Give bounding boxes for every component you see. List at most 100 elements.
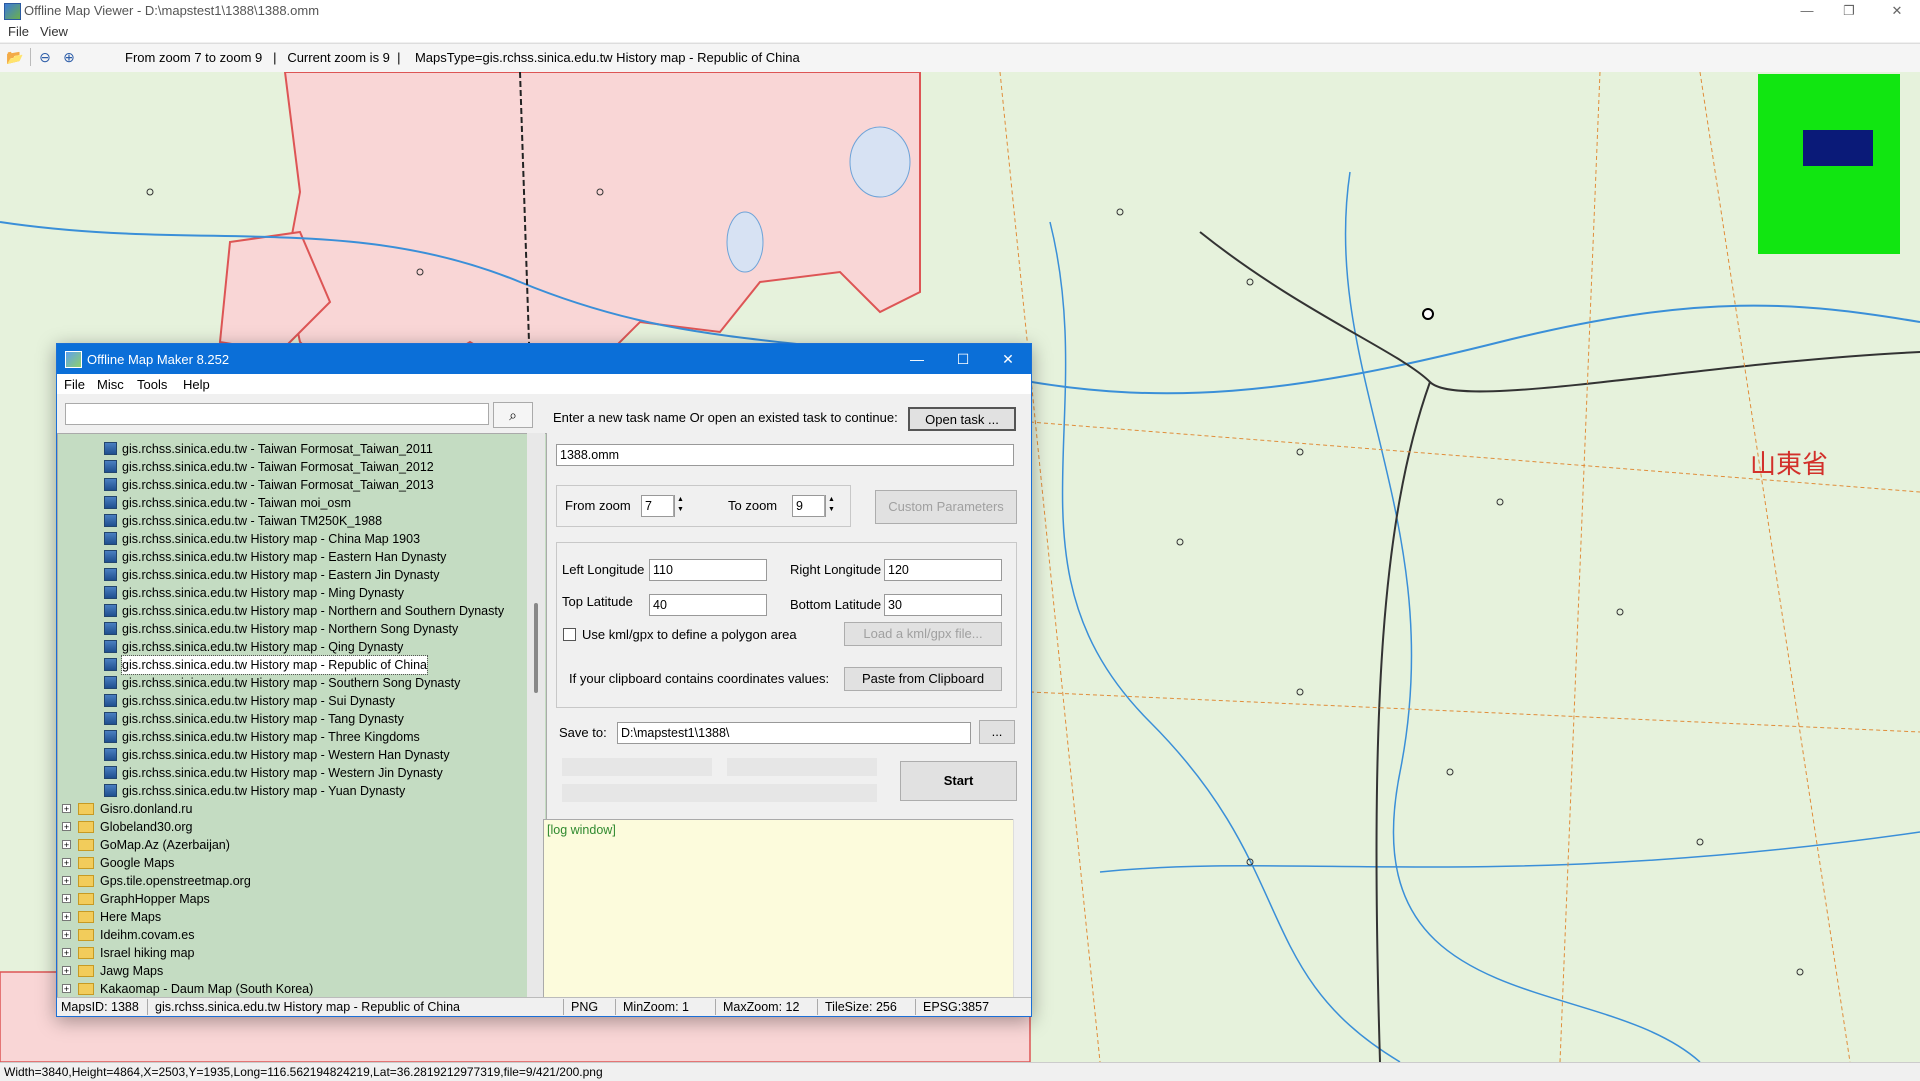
minimize-button[interactable]: —	[1784, 0, 1830, 22]
paste-clipboard-button[interactable]: Paste from Clipboard	[844, 667, 1002, 691]
status-format: PNG	[571, 1000, 599, 1014]
expand-icon[interactable]: +	[62, 804, 71, 814]
tree-item-label: Israel hiking map	[100, 946, 195, 960]
map-source-tree[interactable]: gis.rchss.sinica.edu.tw - Taiwan Formosa…	[57, 433, 547, 1000]
dialog-close-button[interactable]: ✕	[985, 344, 1031, 374]
expand-icon[interactable]: +	[62, 984, 71, 994]
folder-icon	[78, 839, 94, 851]
close-button[interactable]: ✕	[1874, 0, 1920, 22]
top-latitude-input[interactable]: 40	[649, 594, 767, 616]
dialog-titlebar: Offline Map Maker 8.252 — ☐ ✕	[57, 344, 1031, 374]
map-tile-icon	[104, 442, 117, 455]
task-name-input[interactable]: 1388.omm	[556, 444, 1014, 466]
minimap-viewport[interactable]	[1803, 130, 1873, 166]
expand-icon[interactable]: +	[62, 930, 71, 940]
minimap[interactable]	[1758, 74, 1900, 254]
to-zoom-label: To zoom	[728, 498, 778, 513]
status-maps-id: MapsID: 1388	[61, 1000, 139, 1014]
dialog-menu-file[interactable]: File	[64, 377, 85, 392]
save-path-input[interactable]: D:\mapstest1\1388\	[617, 722, 971, 744]
clipboard-label: If your clipboard contains coordinates v…	[569, 671, 830, 686]
dialog-status-bar: MapsID: 1388 gis.rchss.sinica.edu.tw His…	[57, 997, 1031, 1016]
status-separator	[147, 999, 148, 1015]
load-kml-button[interactable]: Load a kml/gpx file...	[844, 622, 1002, 646]
kml-checkbox-label[interactable]: Use kml/gpx to define a polygon area	[582, 627, 797, 642]
start-button[interactable]: Start	[900, 761, 1017, 801]
maximize-button[interactable]: ❐	[1826, 0, 1872, 22]
status-separator	[915, 999, 916, 1015]
expand-icon[interactable]: +	[62, 822, 71, 832]
progress-bar-2	[727, 758, 877, 776]
dialog-menu-misc[interactable]: Misc	[97, 377, 124, 392]
tree-item-label: gis.rchss.sinica.edu.tw History map - Re…	[121, 655, 428, 675]
tree-item-label: gis.rchss.sinica.edu.tw History map - So…	[122, 676, 461, 690]
tree-item-label: Gps.tile.openstreetmap.org	[100, 874, 251, 888]
dialog-minimize-button[interactable]: —	[894, 344, 940, 374]
folder-icon	[78, 803, 94, 815]
status-epsg: EPSG:3857	[923, 1000, 990, 1014]
toolbar-separator	[30, 48, 31, 66]
dialog-title: Offline Map Maker 8.252	[87, 352, 230, 367]
menu-view[interactable]: View	[40, 24, 68, 39]
map-search-input[interactable]	[65, 403, 489, 425]
tree-item-label: gis.rchss.sinica.edu.tw History map - Ea…	[122, 568, 440, 582]
status-coordinates: Width=3840,Height=4864,X=2503,Y=1935,Lon…	[4, 1065, 603, 1079]
tree-scrollbar-thumb[interactable]	[534, 603, 538, 693]
top-latitude-label: Top Latitude	[562, 594, 633, 609]
map-tile-icon	[104, 640, 117, 653]
save-to-label: Save to:	[559, 725, 607, 740]
log-scrollbar[interactable]	[1013, 819, 1030, 999]
status-min-zoom: MinZoom: 1	[623, 1000, 689, 1014]
to-zoom-stepper[interactable]: ▲ ▼	[824, 495, 838, 517]
open-folder-icon[interactable]: 📂	[6, 48, 24, 66]
status-bar: Width=3840,Height=4864,X=2503,Y=1935,Lon…	[0, 1062, 1920, 1081]
tree-item-label: Gisro.donland.ru	[100, 802, 193, 816]
from-zoom-label: From zoom	[565, 498, 631, 513]
from-zoom-input[interactable]: 7	[641, 495, 675, 517]
bottom-latitude-input[interactable]: 30	[884, 594, 1002, 616]
dialog-menu-help[interactable]: Help	[183, 377, 210, 392]
from-zoom-stepper[interactable]: ▲ ▼	[673, 495, 687, 517]
custom-parameters-button[interactable]: Custom Parameters	[875, 490, 1017, 524]
tree-item-label: gis.rchss.sinica.edu.tw History map - Th…	[122, 730, 420, 744]
dialog-app-icon	[65, 351, 82, 368]
status-maps-name: gis.rchss.sinica.edu.tw History map - Re…	[155, 1000, 460, 1014]
expand-icon[interactable]: +	[62, 840, 71, 850]
tree-item-label: gis.rchss.sinica.edu.tw - Taiwan moi_osm	[122, 496, 352, 510]
expand-icon[interactable]: +	[62, 912, 71, 922]
folder-icon	[78, 929, 94, 941]
left-longitude-input[interactable]: 110	[649, 559, 767, 581]
tree-item-label: Jawg Maps	[100, 964, 164, 978]
browse-button[interactable]: ...	[979, 720, 1015, 744]
expand-icon[interactable]: +	[62, 876, 71, 886]
expand-icon[interactable]: +	[62, 894, 71, 904]
expand-icon[interactable]: +	[62, 858, 71, 868]
dialog-maximize-button[interactable]: ☐	[940, 344, 986, 374]
expand-icon[interactable]: +	[62, 948, 71, 958]
task-prompt-label: Enter a new task name Or open an existed…	[553, 410, 898, 425]
search-icon[interactable]: ⌕	[493, 402, 533, 428]
right-longitude-input[interactable]: 120	[884, 559, 1002, 581]
dialog-menu-tools[interactable]: Tools	[137, 377, 167, 392]
tree-item-label: Globeland30.org	[100, 820, 193, 834]
log-window[interactable]: [log window]	[543, 819, 1029, 999]
tree-item-label: gis.rchss.sinica.edu.tw History map - No…	[122, 604, 505, 618]
map-tile-icon	[104, 730, 117, 743]
menu-file[interactable]: File	[8, 24, 29, 39]
expand-icon[interactable]: +	[62, 966, 71, 976]
menu-bar: File View	[0, 22, 1920, 42]
status-separator	[615, 999, 616, 1015]
zoom-in-icon[interactable]: ⊕	[60, 48, 78, 66]
to-zoom-input[interactable]: 9	[792, 495, 826, 517]
tree-item-label: Here Maps	[100, 910, 162, 924]
tree-item-label: Google Maps	[100, 856, 175, 870]
open-task-button[interactable]: Open task ...	[908, 407, 1016, 431]
map-tile-icon	[104, 532, 117, 545]
window-title: Offline Map Viewer - D:\mapstest1\1388\1…	[24, 3, 320, 18]
zoom-out-icon[interactable]: ⊖	[36, 48, 54, 66]
tree-item-label: gis.rchss.sinica.edu.tw History map - Ea…	[122, 550, 447, 564]
kml-checkbox[interactable]	[563, 628, 576, 641]
tree-item-label: gis.rchss.sinica.edu.tw History map - No…	[122, 622, 459, 636]
map-tile-icon	[104, 496, 117, 509]
map-tile-icon	[104, 676, 117, 689]
